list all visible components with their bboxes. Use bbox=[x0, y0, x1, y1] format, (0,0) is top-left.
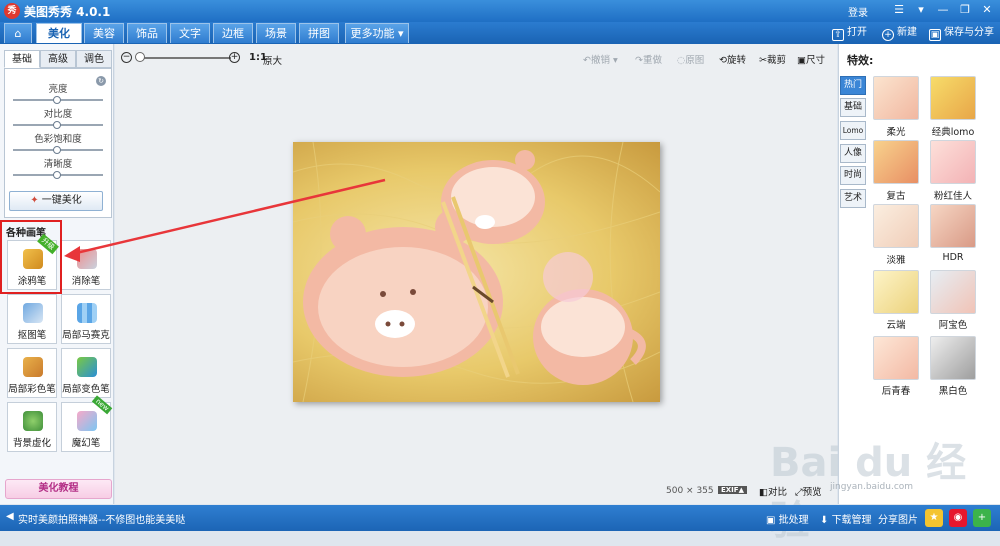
share-image-label: 分享图片 bbox=[878, 515, 918, 526]
status-promo-text[interactable]: 实时美颜拍照神器--不修图也能美美哒 bbox=[18, 511, 185, 526]
batch-process-button[interactable]: ▣ 批处理 bbox=[766, 511, 809, 526]
download-label: 下载管理 bbox=[831, 515, 872, 526]
baidu-watermark-url: jingyan.baidu.com bbox=[830, 482, 914, 492]
speaker-icon: ◀ bbox=[6, 511, 14, 522]
more-share-icon[interactable]: + bbox=[973, 509, 991, 527]
batch-label: 批处理 bbox=[778, 515, 809, 526]
status-bar: ◀ 实时美颜拍照神器--不修图也能美美哒 ▣ 批处理 ⬇ 下载管理 分享图片 ★… bbox=[0, 505, 1000, 531]
weibo-icon[interactable]: ◉ bbox=[949, 509, 967, 527]
qzone-icon[interactable]: ★ bbox=[925, 509, 943, 527]
batch-icon: ▣ bbox=[766, 515, 779, 526]
download-icon: ⬇ bbox=[820, 515, 832, 526]
download-manager-button[interactable]: ⬇ 下载管理 bbox=[820, 511, 872, 526]
